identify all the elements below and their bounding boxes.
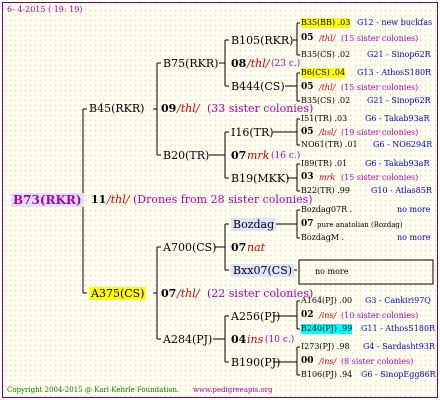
g4-2-top-line: G6 - Takab93aR bbox=[365, 114, 430, 123]
dam-note: (22 sister colonies) bbox=[207, 287, 314, 300]
g4-6-bottom-id[interactable]: B106(PJ) .94 bbox=[301, 370, 352, 380]
b75-sign: /thl/ bbox=[247, 57, 270, 70]
b20-note: (16 c.) bbox=[271, 151, 301, 161]
g4-1-bottom-id[interactable]: B35(CS) .02 bbox=[301, 96, 350, 106]
g4-2-bottom-line: G6 - NO6294R bbox=[373, 140, 433, 149]
root-pedigree-sign: /thl/ bbox=[107, 193, 130, 206]
g4-6-top-id[interactable]: I273(PJ) .98 bbox=[301, 342, 350, 352]
g4-0-mid-number: 05 bbox=[301, 33, 314, 43]
footer-copyright: Copyright 2004-2015 @ Karl Kehrle Founda… bbox=[7, 386, 180, 394]
a284-number: 04 bbox=[231, 333, 247, 346]
g4-4-top-id[interactable]: Bozdag07R . bbox=[301, 205, 352, 215]
g4-4-mid-number: 07 bbox=[301, 219, 314, 229]
g4-3-bottom-line: G10 - Atlas85R bbox=[371, 186, 432, 195]
b105-queen[interactable]: B105(RKR) bbox=[231, 34, 293, 47]
sire-queen[interactable]: B45(RKR) bbox=[89, 102, 144, 115]
g4-0-top-line: G12 - new buckfas bbox=[357, 18, 433, 27]
g4-1-bottom-line: G21 - Sinop62R bbox=[367, 96, 431, 105]
dam-queen[interactable]: A375(CS) bbox=[89, 287, 147, 300]
g4-1-top-id[interactable]: B6(CS) .04 bbox=[301, 68, 346, 78]
g4-3-mid-sign: mrk bbox=[319, 173, 336, 182]
sire-sign: /thl/ bbox=[177, 102, 200, 115]
g4-3-mid-number: 03 bbox=[301, 172, 314, 182]
g4-5-bottom-id[interactable]: B240(PJ) .99 bbox=[301, 324, 353, 334]
g4-4-mid-note: pure anatolian (Bozdag) bbox=[317, 221, 403, 229]
g4-2-mid-sign: /bsl/ bbox=[319, 128, 337, 137]
root-queen[interactable]: B73(RKR) bbox=[11, 193, 84, 207]
a700-sign: nat bbox=[247, 241, 266, 254]
g4-2-bottom-id[interactable]: NO61(TR) .01 bbox=[301, 140, 358, 150]
a284-sign: ins bbox=[247, 333, 264, 346]
a256-queen[interactable]: A256(PJ) bbox=[231, 310, 280, 323]
g4-3-top-id[interactable]: I89(TR) .01 bbox=[301, 159, 347, 169]
root-pedigree-number: 11 bbox=[91, 193, 107, 206]
g4-0-bottom-line: G21 - Sinop62R bbox=[367, 50, 431, 59]
g4-3-top-line: G6 - Takab93aR bbox=[365, 159, 430, 168]
g4-1-top-line: G13 - AthosS180R bbox=[357, 68, 432, 77]
g4-0-mid-note: (15 sister colonies) bbox=[341, 34, 419, 43]
bozdag-queen[interactable]: Bozdag bbox=[231, 218, 277, 231]
b444-queen[interactable]: B444(CS) bbox=[231, 80, 285, 93]
g4-2-mid-note: (19 sister colonies) bbox=[341, 128, 419, 137]
g4-6-bottom-line: G6 - SinopEgg86R bbox=[361, 370, 436, 379]
g4-5-top-id[interactable]: A164(PJ) .00 bbox=[301, 296, 352, 306]
g4-4-top-line: no more bbox=[397, 205, 431, 214]
g4-1-mid-note: (15 sister colonies) bbox=[341, 83, 419, 92]
b20-sign: mrk bbox=[247, 149, 270, 162]
g4-2-mid-number: 05 bbox=[301, 127, 314, 137]
g4-2-top-id[interactable]: I51(TR) .03 bbox=[301, 114, 347, 124]
g4-0-top-id[interactable]: B35(BB) .03 bbox=[301, 18, 351, 28]
g4-6-mid-note: (8 sister colonies) bbox=[341, 357, 414, 366]
a284-queen[interactable]: A284(PJ) bbox=[163, 333, 212, 346]
g4-4-bottom-id[interactable]: BozdagM . bbox=[301, 233, 344, 243]
g4-5-mid-number: 02 bbox=[301, 310, 314, 320]
bxx07-queen[interactable]: Bxx07(CS) bbox=[231, 264, 295, 277]
b75-queen[interactable]: B75(RKR) bbox=[163, 57, 218, 70]
g4-1-mid-number: 05 bbox=[301, 82, 314, 92]
dam-sign: /thl/ bbox=[177, 287, 200, 300]
g4-0-bottom-id[interactable]: B35(CS) .02 bbox=[301, 50, 350, 60]
b190-queen[interactable]: B190(PJ) bbox=[231, 356, 280, 369]
g4-6-mid-number: 00 bbox=[301, 356, 314, 366]
sire-number: 09 bbox=[161, 102, 177, 115]
b75-note: (23 c.) bbox=[271, 59, 301, 69]
a700-queen[interactable]: A700(CS) bbox=[163, 241, 216, 254]
i16-queen[interactable]: I16(TR) bbox=[231, 126, 274, 139]
footer-link[interactable]: www.pedigreeapis.org bbox=[193, 385, 273, 395]
report-date: 6- 4-2015 ( 19: 19) bbox=[7, 5, 83, 14]
g4-5-bottom-line: G11 - AthosS180R bbox=[361, 324, 436, 333]
g4-5-top-line: G3 - Cankiri97Q bbox=[365, 296, 431, 305]
dam-number: 07 bbox=[161, 287, 177, 300]
g4-6-top-line: G4 - Sardasht93R bbox=[363, 342, 435, 351]
a700-number: 07 bbox=[231, 241, 247, 254]
g4-4-bottom-line: no more bbox=[397, 233, 431, 242]
b20-number: 07 bbox=[231, 149, 247, 162]
root-pedigree-note: (Drones from 28 sister colonies) bbox=[133, 193, 313, 206]
g4-3-bottom-id[interactable]: B22(TR) .99 bbox=[301, 186, 350, 196]
a284-note: (10 c.) bbox=[265, 335, 295, 345]
pedigree-frame: 6- 4-2015 ( 19: 19) B73(RKR) 11 /thl/ (D… bbox=[2, 2, 438, 398]
b20-queen[interactable]: B20(TR) bbox=[163, 149, 209, 162]
b19-queen[interactable]: B19(MKK) bbox=[231, 172, 289, 185]
g4-5-mid-sign: /ins/ bbox=[319, 311, 337, 320]
g4-1-mid-sign: /thl/ bbox=[319, 83, 336, 92]
sire-note: (33 sister colonies) bbox=[207, 102, 314, 115]
bxx07-note: no more bbox=[315, 267, 349, 276]
g4-0-mid-sign: /thl/ bbox=[319, 34, 336, 43]
g4-3-mid-note: (15 sister colonies) bbox=[341, 173, 419, 182]
g4-5-mid-note: (10 sister colonies) bbox=[341, 311, 419, 320]
b75-number: 08 bbox=[231, 57, 247, 70]
g4-6-mid-sign: /ins/ bbox=[319, 357, 337, 366]
